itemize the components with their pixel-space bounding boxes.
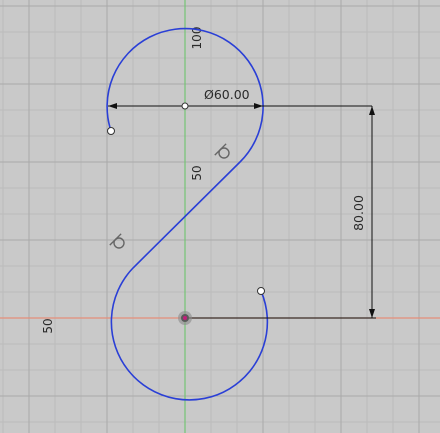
curve-endpoint-bottom[interactable]: [257, 287, 265, 295]
curve-endpoint-top[interactable]: [107, 127, 115, 135]
origin-point-icon[interactable]: [178, 311, 192, 325]
arc-center-point[interactable]: [181, 102, 189, 110]
canvas-background: [0, 0, 440, 433]
vertical-dimension-value[interactable]: 80.00: [351, 195, 366, 231]
grid-label-x-50: 50: [41, 318, 55, 333]
grid-label-y-50: 50: [190, 165, 204, 180]
sketch-canvas[interactable]: 100 50 50 Ø60.00 80.00: [0, 0, 440, 433]
diameter-dimension-value[interactable]: Ø60.00: [204, 87, 250, 102]
